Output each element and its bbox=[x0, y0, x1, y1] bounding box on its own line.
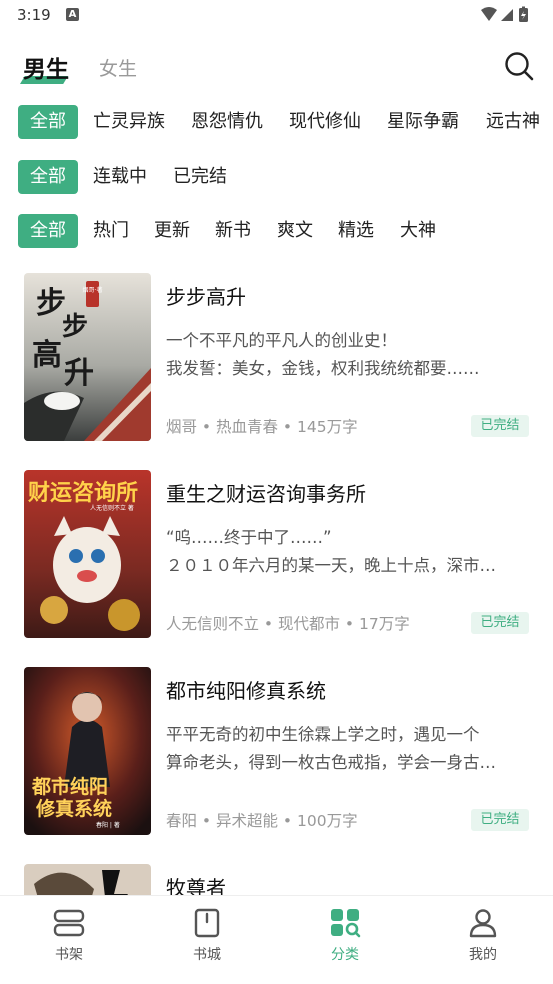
book-cover[interactable]: 财运咨询所 人无信则不立 著 bbox=[24, 470, 151, 638]
book-meta: 烟哥 • 热血青春 • 145万字 bbox=[166, 418, 358, 436]
status-chip-all[interactable]: 全部 bbox=[18, 160, 78, 194]
tab-male[interactable]: 男生 bbox=[23, 50, 69, 84]
book-description: 平平无奇的初中生徐霖上学之时，遇见一个 算命老头，得到一枚古色戒指，学会一身古… bbox=[166, 725, 496, 772]
sort-chip[interactable]: 爽文 bbox=[277, 214, 313, 248]
sort-filter-row: 全部 热门 更新 新书 爽文 精选 大神 bbox=[0, 214, 553, 250]
genre-chip[interactable]: 远古神 bbox=[486, 105, 540, 139]
nav-bookshelf[interactable]: 书架 bbox=[29, 908, 109, 968]
status-badge: 已完结 bbox=[471, 809, 529, 831]
sort-chip[interactable]: 热门 bbox=[93, 214, 129, 248]
status-time: 3:19 bbox=[17, 6, 51, 24]
cover-author-text: 春阳 | 著 bbox=[96, 821, 120, 829]
book-title[interactable]: 牧尊者 bbox=[166, 872, 226, 895]
system-status-icons bbox=[481, 6, 528, 22]
cover-title-line2: 修真系统 bbox=[35, 797, 112, 820]
cover-author-text: 人无信则不立 著 bbox=[90, 504, 134, 512]
book-title[interactable]: 重生之财运咨询事务所 bbox=[166, 478, 366, 507]
profile-icon bbox=[469, 909, 497, 938]
status-badge: 已完结 bbox=[471, 415, 529, 437]
book-description: “呜……终于中了……” ２０１０年六月的某一天，晚上十点，深市… bbox=[166, 528, 496, 575]
cover-title-text: 财运咨询所 bbox=[28, 480, 138, 506]
genre-chip[interactable]: 星际争霸 bbox=[387, 105, 459, 139]
book-cover[interactable] bbox=[24, 864, 151, 895]
status-chip[interactable]: 已完结 bbox=[173, 160, 227, 194]
genre-chip[interactable]: 现代修仙 bbox=[289, 105, 361, 139]
nav-label: 书城 bbox=[193, 947, 221, 963]
book-title[interactable]: 步步高升 bbox=[166, 281, 246, 310]
svg-text:升: 升 bbox=[64, 356, 94, 391]
category-icon bbox=[331, 909, 361, 938]
sort-chip[interactable]: 精选 bbox=[338, 214, 374, 248]
nav-category[interactable]: 分类 bbox=[305, 908, 385, 968]
bottom-nav: 书架 书城 分类 我的 bbox=[0, 895, 553, 984]
gender-tabs: 男生 女生 bbox=[0, 42, 553, 90]
svg-text:高: 高 bbox=[32, 338, 62, 373]
genre-chip[interactable]: 恩怨情仇 bbox=[191, 105, 263, 139]
nav-label: 分类 bbox=[331, 947, 359, 963]
wifi-icon bbox=[481, 7, 497, 21]
cover-title-line1: 都市纯阳 bbox=[31, 775, 108, 798]
nav-bookstore[interactable]: 书城 bbox=[167, 908, 247, 968]
book-list-item[interactable]: 烟哥·著 步 步 高 升 步步高升 一个不平凡的平凡人的创业史！ 我发誓：美女，… bbox=[0, 273, 553, 443]
book-title[interactable]: 都市纯阳修真系统 bbox=[166, 675, 326, 704]
nav-profile[interactable]: 我的 bbox=[443, 908, 523, 968]
status-badge: 已完结 bbox=[471, 612, 529, 634]
signal-icon bbox=[501, 9, 513, 21]
status-chip[interactable]: 连载中 bbox=[93, 160, 147, 194]
book-cover[interactable]: 烟哥·著 步 步 高 升 bbox=[24, 273, 151, 441]
book-list-item[interactable]: 牧尊者 bbox=[0, 864, 553, 895]
sort-chip[interactable]: 新书 bbox=[215, 214, 251, 248]
genre-chip[interactable]: 亡灵异族 bbox=[93, 105, 165, 139]
nav-label: 书架 bbox=[55, 947, 83, 963]
cover-seal-text: 烟哥·著 bbox=[83, 286, 103, 294]
status-bar: 3:19 A bbox=[0, 0, 553, 30]
svg-text:步: 步 bbox=[62, 311, 88, 342]
book-description: 一个不平凡的平凡人的创业史！ 我发誓：美女，金钱，权利我统统都要…… bbox=[166, 331, 480, 378]
book-list-item[interactable]: 财运咨询所 人无信则不立 著 重生之财运咨询事务所 “呜……终于中了……” ２０… bbox=[0, 470, 553, 640]
sort-chip[interactable]: 大神 bbox=[400, 214, 436, 248]
search-icon[interactable] bbox=[503, 50, 535, 82]
sort-chip[interactable]: 更新 bbox=[154, 214, 190, 248]
book-list-item[interactable]: 都市纯阳 修真系统 春阳 | 著 都市纯阳修真系统 平平无奇的初中生徐霖上学之时… bbox=[0, 667, 553, 837]
notification-a-icon: A bbox=[66, 8, 79, 21]
book-meta: 人无信则不立 • 现代都市 • 17万字 bbox=[166, 615, 410, 633]
genre-chip-all[interactable]: 全部 bbox=[18, 105, 78, 139]
bookshelf-icon bbox=[53, 909, 85, 937]
bookstore-icon bbox=[194, 908, 220, 938]
tab-female[interactable]: 女生 bbox=[99, 54, 137, 81]
nav-label: 我的 bbox=[469, 947, 497, 963]
status-filter-row: 全部 连载中 已完结 bbox=[0, 160, 553, 196]
genre-filter-row: 全部 亡灵异族 恩怨情仇 现代修仙 星际争霸 远古神 bbox=[0, 105, 553, 141]
book-cover[interactable]: 都市纯阳 修真系统 春阳 | 著 bbox=[24, 667, 151, 835]
book-meta: 春阳 • 异术超能 • 100万字 bbox=[166, 812, 358, 830]
sort-chip-all[interactable]: 全部 bbox=[18, 214, 78, 248]
